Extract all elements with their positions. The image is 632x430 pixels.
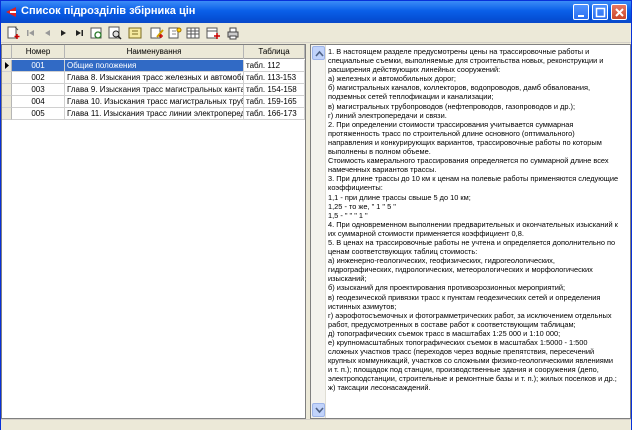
description-line: и т. п.); площадок под станции, производ…	[328, 365, 599, 375]
row-indicator	[2, 108, 12, 120]
description-line: их суммарной стоимости применяется коэфф…	[328, 228, 524, 238]
column-header-table[interactable]: Таблица	[244, 45, 305, 59]
description-line: б) изысканий для проектирования противоэ…	[328, 283, 566, 293]
table-row[interactable]: 005 Глава 11. Изыскания трасс линии элек…	[2, 108, 305, 120]
find-icon[interactable]	[167, 25, 183, 41]
grid-header: Номер Наименування Таблица	[2, 45, 305, 59]
refresh-icon[interactable]	[89, 25, 105, 41]
description-line: 4. При одновременном выполнении предвари…	[328, 219, 618, 229]
status-bar	[1, 419, 631, 430]
row-table: табл. 113-153	[244, 72, 305, 84]
description-pane: 1. В настоящем разделе предусмотрены цен…	[310, 44, 631, 419]
description-line: подземных сетей теплофикации и канализац…	[328, 92, 494, 102]
description-line: протяженность трасс по строительной длин…	[328, 128, 575, 138]
row-number: 003	[12, 84, 65, 96]
last-record-icon[interactable]	[71, 25, 87, 41]
insert-icon[interactable]	[205, 25, 221, 41]
current-row-icon	[2, 60, 12, 72]
description-line: Стоимость камерального трассирования опр…	[328, 156, 609, 166]
next-record-icon[interactable]	[55, 25, 71, 41]
table-row[interactable]: 004 Глава 10. Изыскания трасс магистраль…	[2, 96, 305, 108]
row-name: Глава 11. Изыскания трасс линии электроп…	[65, 108, 244, 120]
close-button[interactable]	[611, 4, 627, 20]
vertical-scrollbar[interactable]	[311, 45, 326, 418]
row-number: 004	[12, 96, 65, 108]
column-header-name[interactable]: Наименування	[65, 45, 244, 59]
maximize-button[interactable]	[592, 4, 608, 20]
description-line: в) геодезической привязки трасс к пункта…	[328, 292, 601, 302]
description-line: изысканий;	[328, 274, 367, 284]
description-line: расширения действующих линейных сооружен…	[328, 65, 501, 75]
print-icon[interactable]	[225, 25, 241, 41]
row-indicator-header	[2, 45, 12, 59]
description-line: ж) таксации лесонасаждений.	[328, 383, 431, 393]
column-header-number[interactable]: Номер	[12, 45, 65, 59]
description-line: г) линий электропередачи и связи.	[328, 110, 447, 120]
description-line: б) магистральных каналов, коллекторов, в…	[328, 83, 590, 93]
table-row[interactable]: 002 Глава 8. Изыскания трасс железных и …	[2, 72, 305, 84]
description-line: 2. При определении стоимости трассирован…	[328, 119, 574, 129]
app-icon	[5, 6, 17, 18]
description-line: 1,5 - " " " 1 "	[328, 210, 368, 220]
toolbar	[1, 23, 631, 43]
first-record-icon[interactable]	[23, 25, 39, 41]
table-row[interactable]: 001 Общие положения табл. 112	[2, 60, 305, 72]
window-title: Список підрозділів збірника цін	[21, 5, 196, 17]
description-line: намеченных вариантов трассы.	[328, 165, 437, 175]
edit-icon[interactable]	[149, 25, 165, 41]
row-indicator	[2, 96, 12, 108]
description-line: крупных коммуникаций, участков со сложны…	[328, 356, 614, 366]
description-line: 1. В настоящем разделе предусмотрены цен…	[328, 47, 590, 56]
description-line: работ, предусмотренных в составе работ к…	[328, 319, 576, 329]
row-indicator	[2, 72, 12, 84]
row-indicator	[2, 84, 12, 96]
title-bar[interactable]: Список підрозділів збірника цін	[1, 1, 631, 23]
row-number: 001	[12, 60, 65, 72]
description-line: коэффициенты:	[328, 183, 383, 193]
scroll-down-button[interactable]	[312, 403, 325, 417]
description-line: направления и конкурирующих вариантов, т…	[328, 137, 602, 147]
description-line: в) магистральных трубопроводов (нефтепро…	[328, 101, 576, 111]
minimize-button[interactable]	[573, 4, 589, 20]
row-name: Глава 10. Изыскания трасс магистральных …	[65, 96, 244, 108]
description-line: ценам соответствующих таблиц стоимость:	[328, 247, 478, 257]
row-table: табл. 166-173	[244, 108, 305, 120]
description-line: а) инженерно-геологических, геофизически…	[328, 256, 555, 266]
row-table: табл. 159-165	[244, 96, 305, 108]
description-line: 1,25 - то же, " 1 " 5 "	[328, 201, 396, 211]
description-line: выполнены в полном объеме.	[328, 147, 431, 157]
row-table: табл. 154-158	[244, 84, 305, 96]
description-line: 1,1 - при длине трассы свыше 5 до 10 км;	[328, 192, 471, 202]
description-line: специальные съемки, выполняемые для стро…	[328, 56, 604, 66]
search-icon[interactable]	[107, 25, 123, 41]
description-line: 3. При длине трассы до 10 км к ценам на …	[328, 174, 619, 184]
description-line: истинных азимутов;	[328, 301, 397, 311]
table-row[interactable]: 003 Глава 9. Изыскания трасс магистральн…	[2, 84, 305, 96]
row-number: 005	[12, 108, 65, 120]
sections-grid: Номер Наименування Таблица 001 Общие пол…	[1, 44, 306, 419]
row-name: Глава 8. Изыскания трасс железных и авто…	[65, 72, 244, 84]
row-table: табл. 112	[244, 60, 305, 72]
description-line: г) аэрофотосъемочных и фотограмметрическ…	[328, 310, 612, 320]
description-line: е) крупномасштабных топографических съем…	[328, 338, 588, 347]
description-line: гидрографических, гидрологических, метео…	[328, 265, 593, 275]
row-number: 002	[12, 72, 65, 84]
prev-record-icon[interactable]	[39, 25, 55, 41]
description-line: д) топографических съемок трасс в масшта…	[328, 328, 561, 338]
description-line: 5. В ценах на трассировочные работы не у…	[328, 237, 616, 247]
new-record-icon[interactable]	[5, 25, 21, 41]
description-line: электроподстанции, строительные и ремонт…	[328, 374, 617, 384]
row-name: Общие положения	[65, 60, 244, 72]
grid-icon[interactable]	[185, 25, 201, 41]
filter-icon[interactable]	[127, 25, 143, 41]
row-name: Глава 9. Изыскания трасс магистральных к…	[65, 84, 244, 96]
main-window: Список підрозділів збірника цін Номер На…	[0, 0, 632, 430]
description-line: сложных участков трасс (переходов через …	[328, 347, 595, 357]
scroll-up-button[interactable]	[312, 46, 325, 60]
description-line: а) железных и автомобильных дорог;	[328, 74, 456, 84]
description-text[interactable]: 1. В настоящем разделе предусмотрены цен…	[328, 47, 630, 415]
